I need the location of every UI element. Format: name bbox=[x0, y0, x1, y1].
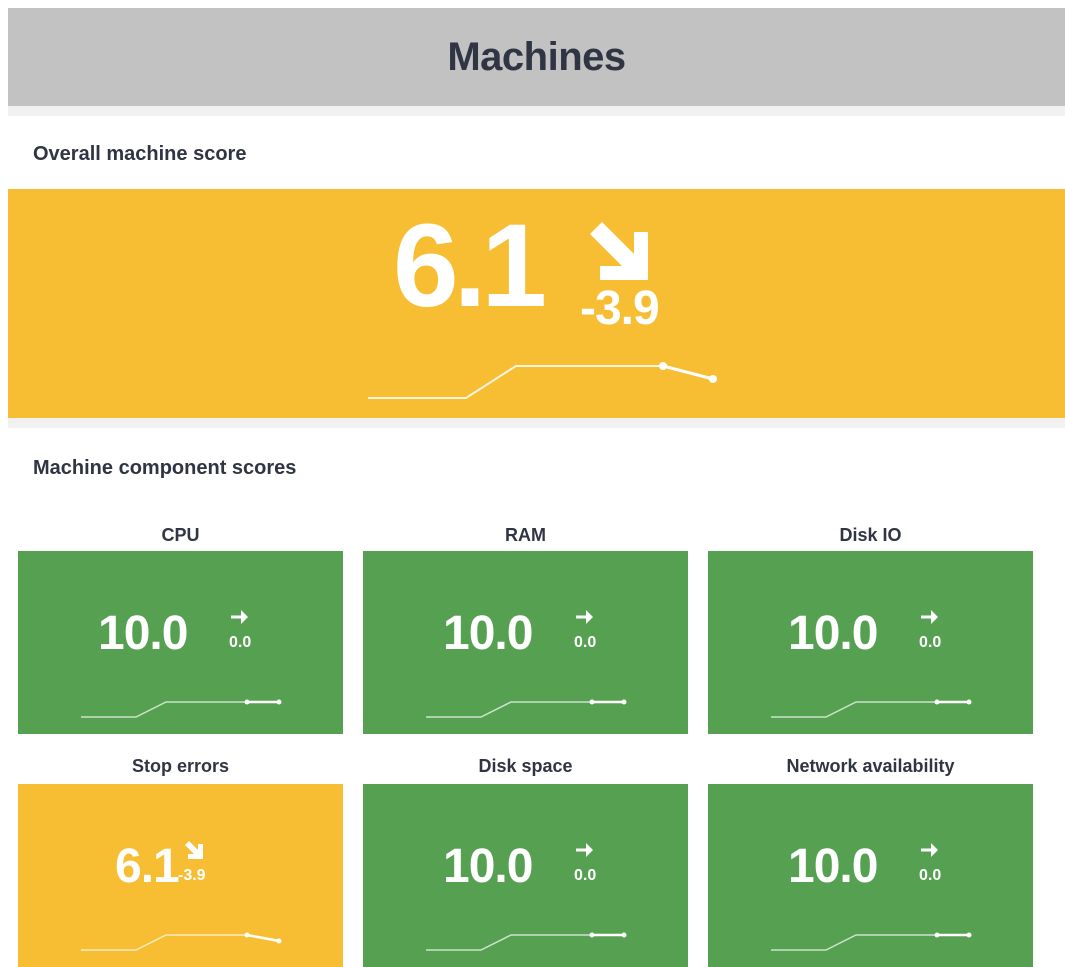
page-header: Machines bbox=[8, 8, 1065, 106]
component-sparkline bbox=[771, 928, 976, 959]
component-card-network-availability: 10.0 0.0 bbox=[708, 784, 1033, 967]
section-divider bbox=[8, 418, 1065, 428]
component-label-ram: RAM bbox=[505, 525, 546, 545]
component-score-value: 10.0 bbox=[443, 840, 533, 893]
component-sparkline bbox=[771, 695, 976, 726]
arrow-right-icon bbox=[919, 607, 939, 632]
component-score-delta: -3.9 bbox=[178, 867, 206, 884]
overall-score-delta: -3.9 bbox=[580, 282, 660, 335]
overall-section-title: Overall machine score bbox=[33, 143, 247, 165]
top-margin bbox=[0, 0, 1065, 8]
component-score-value: 6.1 bbox=[115, 840, 180, 893]
component-card-disk-space: 10.0 0.0 bbox=[363, 784, 688, 967]
arrow-right-icon bbox=[574, 840, 594, 865]
overall-sparkline bbox=[368, 362, 717, 399]
component-label-disk-space: Disk space bbox=[478, 756, 573, 776]
arrow-right-icon bbox=[919, 840, 939, 865]
arrow-right-icon bbox=[574, 607, 594, 632]
component-card-stop-errors: 6.1 -3.9 bbox=[18, 784, 343, 967]
section-divider bbox=[8, 106, 1065, 116]
component-sparkline bbox=[426, 695, 631, 726]
component-sparkline bbox=[81, 695, 286, 726]
component-score-delta: 0.0 bbox=[919, 867, 942, 884]
component-card-cpu: 10.0 0.0 bbox=[18, 551, 343, 734]
component-score-value: 10.0 bbox=[98, 607, 188, 660]
component-score-value: 10.0 bbox=[443, 607, 533, 660]
arrow-right-icon bbox=[229, 607, 249, 632]
component-card-ram: 10.0 0.0 bbox=[363, 551, 688, 734]
component-score-delta: 0.0 bbox=[574, 867, 597, 884]
component-card-disk-io: 10.0 0.0 bbox=[708, 551, 1033, 734]
arrow-down-right-icon bbox=[184, 840, 204, 865]
arrow-down-right-icon bbox=[590, 222, 648, 280]
component-label-disk-io: Disk IO bbox=[839, 525, 902, 545]
component-label-stop-errors: Stop errors bbox=[131, 756, 230, 776]
component-score-delta: 0.0 bbox=[229, 634, 252, 651]
overall-score-value: 6.1 bbox=[393, 200, 547, 332]
page-title: Machines bbox=[447, 34, 626, 79]
component-label-network-availability: Network availability bbox=[786, 756, 955, 776]
component-score-value: 10.0 bbox=[788, 840, 878, 893]
components-section-title: Machine component scores bbox=[33, 457, 297, 479]
component-score-value: 10.0 bbox=[788, 607, 878, 660]
component-sparkline bbox=[81, 928, 286, 959]
component-label-cpu: CPU bbox=[161, 525, 200, 545]
component-score-delta: 0.0 bbox=[919, 634, 942, 651]
component-sparkline bbox=[426, 928, 631, 959]
component-score-delta: 0.0 bbox=[574, 634, 597, 651]
